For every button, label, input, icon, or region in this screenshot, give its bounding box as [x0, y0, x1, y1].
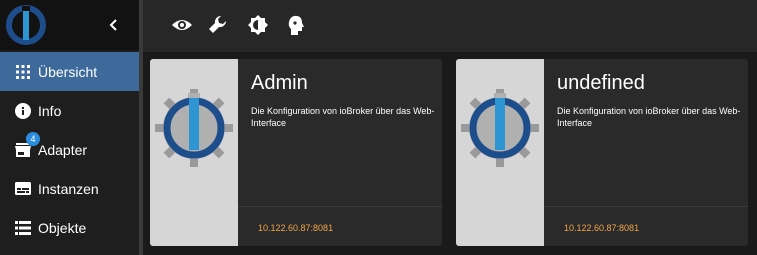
list-icon: [14, 219, 32, 237]
sidebar-nav: Übersicht Info 4 Adapter Instanzen Objek…: [0, 52, 139, 247]
main-content: Admin Die Konfiguration von ioBroker übe…: [143, 52, 757, 255]
sidebar-item-adapter[interactable]: 4 Adapter: [0, 130, 139, 169]
card-divider: [238, 206, 442, 207]
sidebar-item-label: Objekte: [38, 219, 87, 236]
instance-link[interactable]: 10.122.60.87:8081: [258, 223, 333, 233]
sidebar: Übersicht Info 4 Adapter Instanzen Objek…: [0, 0, 139, 255]
instance-card-undefined[interactable]: undefined Die Konfiguration von ioBroker…: [456, 59, 748, 246]
eye-icon[interactable]: [171, 14, 193, 36]
sidebar-item-instanzen[interactable]: Instanzen: [0, 169, 139, 208]
iobroker-logo[interactable]: [5, 4, 47, 46]
sidebar-item-label: Instanzen: [38, 180, 99, 197]
sidebar-item-label: Info: [38, 102, 62, 119]
sidebar-item-info[interactable]: Info: [0, 91, 139, 130]
iobroker-gear-logo: [461, 89, 539, 167]
subtitles-icon: [14, 180, 32, 198]
card-description: Die Konfiguration von ioBroker über das …: [251, 106, 435, 128]
card-title: Admin: [251, 72, 308, 94]
toolbar: [143, 0, 757, 52]
apps-icon: [14, 63, 32, 81]
card-image: [456, 59, 544, 246]
sidebar-header: [0, 0, 139, 50]
iobroker-gear-logo: [155, 89, 233, 167]
card-title: undefined: [557, 72, 645, 94]
card-description: Die Konfiguration von ioBroker über das …: [557, 106, 741, 128]
sidebar-item-label: Adapter: [38, 141, 88, 158]
wrench-icon[interactable]: [207, 14, 229, 36]
card-image: [150, 59, 238, 246]
sidebar-item-label: Übersicht: [38, 63, 98, 80]
brightness-icon[interactable]: [247, 14, 269, 36]
sidebar-item-uebersicht[interactable]: Übersicht: [0, 52, 139, 91]
face-icon[interactable]: [285, 14, 307, 36]
info-icon: [14, 102, 32, 120]
card-divider: [544, 206, 748, 207]
sidebar-item-objekte[interactable]: Objekte: [0, 208, 139, 247]
collapse-sidebar-icon[interactable]: [103, 14, 125, 36]
adapter-count-badge: 4: [26, 132, 40, 146]
instance-link[interactable]: 10.122.60.87:8081: [564, 223, 639, 233]
instance-card-admin[interactable]: Admin Die Konfiguration von ioBroker übe…: [150, 59, 442, 246]
